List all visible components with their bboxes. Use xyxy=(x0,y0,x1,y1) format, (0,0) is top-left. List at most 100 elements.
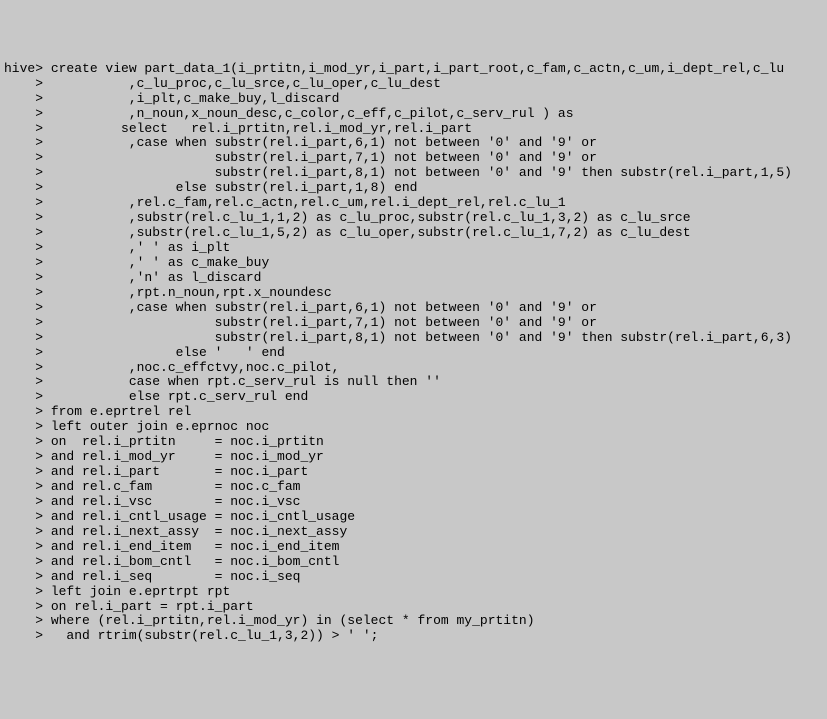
continuation-prompt: > xyxy=(4,539,43,554)
terminal-line: > substr(rel.i_part,7,1) not between '0'… xyxy=(4,151,823,166)
continuation-prompt: > xyxy=(4,434,43,449)
sql-text: and rel.i_next_assy = noc.i_next_assy xyxy=(43,524,347,539)
continuation-prompt: > xyxy=(4,554,43,569)
terminal-line: > ,substr(rel.c_lu_1,1,2) as c_lu_proc,s… xyxy=(4,211,823,226)
sql-text: and rel.c_fam = noc.c_fam xyxy=(43,479,300,494)
sql-text: else ' ' end xyxy=(43,345,285,360)
terminal-line: > substr(rel.i_part,7,1) not between '0'… xyxy=(4,316,823,331)
sql-text: ,n_noun,x_noun_desc,c_color,c_eff,c_pilo… xyxy=(43,106,574,121)
sql-text: and rel.i_seq = noc.i_seq xyxy=(43,569,300,584)
sql-text: substr(rel.i_part,7,1) not between '0' a… xyxy=(43,315,597,330)
sql-text: and rtrim(substr(rel.c_lu_1,3,2)) > ' '; xyxy=(43,628,378,643)
continuation-prompt: > xyxy=(4,300,43,315)
continuation-prompt: > xyxy=(4,106,43,121)
terminal-line: > ,'n' as l_discard xyxy=(4,271,823,286)
terminal-line: > else substr(rel.i_part,1,8) end xyxy=(4,181,823,196)
continuation-prompt: > xyxy=(4,210,43,225)
terminal-line: > and rel.i_seq = noc.i_seq xyxy=(4,570,823,585)
continuation-prompt: > xyxy=(4,360,43,375)
sql-text: create view part_data_1(i_prtitn,i_mod_y… xyxy=(43,61,784,76)
terminal-line: hive> create view part_data_1(i_prtitn,i… xyxy=(4,62,823,77)
sql-text: and rel.i_mod_yr = noc.i_mod_yr xyxy=(43,449,324,464)
sql-text: ,case when substr(rel.i_part,6,1) not be… xyxy=(43,300,597,315)
terminal-line: > else rpt.c_serv_rul end xyxy=(4,390,823,405)
terminal-line: > ,i_plt,c_make_buy,l_discard xyxy=(4,92,823,107)
sql-text: else rpt.c_serv_rul end xyxy=(43,389,308,404)
continuation-prompt: > xyxy=(4,374,43,389)
sql-text: on rel.i_part = rpt.i_part xyxy=(43,599,254,614)
terminal-line: > left outer join e.eprnoc noc xyxy=(4,420,823,435)
sql-text: ,'n' as l_discard xyxy=(43,270,261,285)
sql-text: select rel.i_prtitn,rel.i_mod_yr,rel.i_p… xyxy=(43,121,472,136)
sql-text: and rel.i_vsc = noc.i_vsc xyxy=(43,494,300,509)
sql-text: substr(rel.i_part,7,1) not between '0' a… xyxy=(43,150,597,165)
terminal-line: > ,case when substr(rel.i_part,6,1) not … xyxy=(4,136,823,151)
terminal-line: > ,substr(rel.c_lu_1,5,2) as c_lu_oper,s… xyxy=(4,226,823,241)
terminal-line: > case when rpt.c_serv_rul is null then … xyxy=(4,375,823,390)
terminal-line: > and rtrim(substr(rel.c_lu_1,3,2)) > ' … xyxy=(4,629,823,644)
continuation-prompt: > xyxy=(4,509,43,524)
continuation-prompt: > xyxy=(4,389,43,404)
sql-text: case when rpt.c_serv_rul is null then '' xyxy=(43,374,441,389)
continuation-prompt: > xyxy=(4,76,43,91)
continuation-prompt: > xyxy=(4,569,43,584)
continuation-prompt: > xyxy=(4,270,43,285)
terminal-line: > substr(rel.i_part,8,1) not between '0'… xyxy=(4,166,823,181)
sql-text: ,c_lu_proc,c_lu_srce,c_lu_oper,c_lu_dest xyxy=(43,76,441,91)
terminal-line: > ,rel.c_fam,rel.c_actn,rel.c_um,rel.i_d… xyxy=(4,196,823,211)
sql-text: ,rpt.n_noun,rpt.x_noundesc xyxy=(43,285,332,300)
terminal-line: > from e.eprtrel rel xyxy=(4,405,823,420)
terminal-line: > left join e.eprtrpt rpt xyxy=(4,585,823,600)
terminal-line: > on rel.i_prtitn = noc.i_prtitn xyxy=(4,435,823,450)
continuation-prompt: > xyxy=(4,91,43,106)
sql-text: from e.eprtrel rel xyxy=(43,404,191,419)
terminal-line: > and rel.i_bom_cntl = noc.i_bom_cntl xyxy=(4,555,823,570)
terminal-line: > and rel.c_fam = noc.c_fam xyxy=(4,480,823,495)
terminal-line: > ,noc.c_effctvy,noc.c_pilot, xyxy=(4,361,823,376)
continuation-prompt: > xyxy=(4,419,43,434)
terminal-line: > and rel.i_part = noc.i_part xyxy=(4,465,823,480)
sql-text: ,' ' as c_make_buy xyxy=(43,255,269,270)
continuation-prompt: > xyxy=(4,240,43,255)
terminal-output[interactable]: hive> create view part_data_1(i_prtitn,i… xyxy=(4,62,823,645)
continuation-prompt: > xyxy=(4,165,43,180)
terminal-line: > ,' ' as i_plt xyxy=(4,241,823,256)
continuation-prompt: > xyxy=(4,225,43,240)
sql-text: ,' ' as i_plt xyxy=(43,240,230,255)
terminal-line: > else ' ' end xyxy=(4,346,823,361)
terminal-line: > and rel.i_end_item = noc.i_end_item xyxy=(4,540,823,555)
continuation-prompt: > xyxy=(4,135,43,150)
continuation-prompt: > xyxy=(4,479,43,494)
sql-text: ,noc.c_effctvy,noc.c_pilot, xyxy=(43,360,339,375)
sql-text: left join e.eprtrpt rpt xyxy=(43,584,230,599)
continuation-prompt: > xyxy=(4,464,43,479)
terminal-line: > on rel.i_part = rpt.i_part xyxy=(4,600,823,615)
continuation-prompt: > xyxy=(4,195,43,210)
sql-text: on rel.i_prtitn = noc.i_prtitn xyxy=(43,434,324,449)
continuation-prompt: > xyxy=(4,404,43,419)
sql-text: and rel.i_cntl_usage = noc.i_cntl_usage xyxy=(43,509,355,524)
terminal-line: > ,rpt.n_noun,rpt.x_noundesc xyxy=(4,286,823,301)
terminal-line: > and rel.i_next_assy = noc.i_next_assy xyxy=(4,525,823,540)
sql-text: ,rel.c_fam,rel.c_actn,rel.c_um,rel.i_dep… xyxy=(43,195,566,210)
terminal-line: > and rel.i_mod_yr = noc.i_mod_yr xyxy=(4,450,823,465)
continuation-prompt: > xyxy=(4,524,43,539)
sql-text: left outer join e.eprnoc noc xyxy=(43,419,269,434)
sql-text: substr(rel.i_part,8,1) not between '0' a… xyxy=(43,330,792,345)
continuation-prompt: > xyxy=(4,255,43,270)
continuation-prompt: > xyxy=(4,150,43,165)
continuation-prompt: > xyxy=(4,345,43,360)
continuation-prompt: > xyxy=(4,599,43,614)
terminal-line: > ,c_lu_proc,c_lu_srce,c_lu_oper,c_lu_de… xyxy=(4,77,823,92)
terminal-line: > ,case when substr(rel.i_part,6,1) not … xyxy=(4,301,823,316)
sql-text: and rel.i_part = noc.i_part xyxy=(43,464,308,479)
sql-text: substr(rel.i_part,8,1) not between '0' a… xyxy=(43,165,792,180)
sql-text: ,i_plt,c_make_buy,l_discard xyxy=(43,91,339,106)
sql-text: ,substr(rel.c_lu_1,1,2) as c_lu_proc,sub… xyxy=(43,210,691,225)
continuation-prompt: > xyxy=(4,584,43,599)
terminal-line: > substr(rel.i_part,8,1) not between '0'… xyxy=(4,331,823,346)
sql-text: and rel.i_bom_cntl = noc.i_bom_cntl xyxy=(43,554,339,569)
continuation-prompt: > xyxy=(4,180,43,195)
sql-text: and rel.i_end_item = noc.i_end_item xyxy=(43,539,339,554)
terminal-line: > where (rel.i_prtitn,rel.i_mod_yr) in (… xyxy=(4,614,823,629)
